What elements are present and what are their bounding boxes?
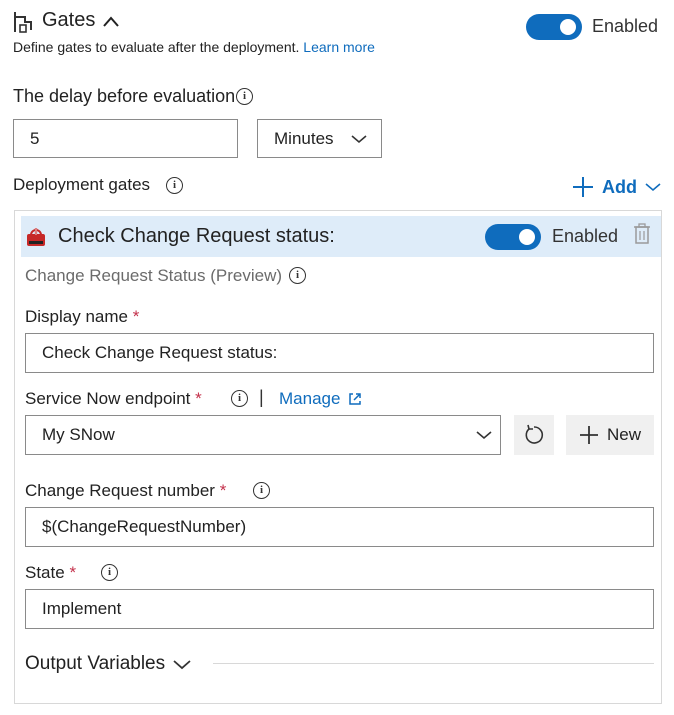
output-variables-label: Output Variables bbox=[25, 653, 166, 674]
info-icon[interactable]: i bbox=[231, 390, 248, 407]
info-icon[interactable]: i bbox=[253, 482, 270, 499]
gates-title: Gates bbox=[42, 9, 96, 31]
divider bbox=[213, 663, 654, 664]
trash-icon[interactable] bbox=[632, 223, 652, 245]
info-icon[interactable]: i bbox=[166, 177, 183, 194]
refresh-button[interactable] bbox=[514, 415, 554, 455]
change-request-number-label-text: Change Request number bbox=[25, 481, 215, 500]
state-label: State * bbox=[25, 563, 76, 583]
state-value: Implement bbox=[42, 599, 122, 618]
add-gate-button[interactable]: Add bbox=[572, 176, 661, 198]
gate-title: Check Change Request status: bbox=[58, 225, 335, 247]
servicenow-icon bbox=[25, 226, 47, 248]
gates-enabled-label: Enabled bbox=[592, 16, 659, 36]
deployment-gates-label: Deployment gates bbox=[13, 175, 151, 194]
delay-value-text: 5 bbox=[30, 128, 40, 148]
gate-enabled-label: Enabled bbox=[552, 226, 619, 246]
display-name-input[interactable]: Check Change Request status: bbox=[25, 333, 654, 373]
learn-more-link[interactable]: Learn more bbox=[303, 39, 375, 55]
plus-icon bbox=[579, 426, 598, 444]
chevron-up-icon[interactable] bbox=[101, 12, 121, 32]
delay-unit-text: Minutes bbox=[274, 128, 334, 148]
new-label: New bbox=[606, 425, 641, 444]
display-name-label: Display name * bbox=[25, 307, 139, 327]
output-variables-toggle[interactable]: Output Variables bbox=[25, 653, 191, 675]
state-input[interactable]: Implement bbox=[25, 589, 654, 629]
plus-icon bbox=[573, 177, 593, 197]
gate-subtitle: Change Request Status (Preview) bbox=[25, 266, 283, 285]
toggle-knob bbox=[560, 19, 576, 35]
display-name-value: Check Change Request status: bbox=[42, 343, 278, 362]
info-icon[interactable]: i bbox=[289, 267, 306, 284]
state-label-text: State bbox=[25, 563, 65, 582]
required-marker: * bbox=[195, 389, 202, 408]
change-request-number-input[interactable]: $(ChangeRequestNumber) bbox=[25, 507, 654, 547]
gates-enabled-toggle[interactable] bbox=[526, 14, 582, 40]
endpoint-label: Service Now endpoint * bbox=[25, 389, 202, 409]
endpoint-value: My SNow bbox=[42, 425, 115, 444]
chevron-down-icon bbox=[645, 183, 661, 192]
delay-unit-select[interactable]: Minutes bbox=[257, 119, 382, 158]
endpoint-label-text: Service Now endpoint bbox=[25, 389, 191, 408]
external-link-icon bbox=[349, 393, 362, 405]
separator: | bbox=[259, 387, 264, 407]
manage-label: Manage bbox=[279, 389, 341, 408]
toggle-knob bbox=[519, 229, 535, 245]
refresh-icon bbox=[525, 424, 544, 444]
chevron-down-icon bbox=[476, 431, 492, 440]
chevron-down-icon bbox=[173, 659, 191, 669]
delay-label: The delay before evaluation bbox=[13, 86, 236, 106]
required-marker: * bbox=[69, 563, 77, 582]
info-icon[interactable]: i bbox=[236, 88, 253, 105]
gates-description-text: Define gates to evaluate after the deplo… bbox=[13, 39, 300, 55]
display-name-label-text: Display name bbox=[25, 307, 128, 326]
manage-link[interactable]: Manage bbox=[279, 389, 362, 409]
required-marker: * bbox=[132, 307, 140, 326]
info-icon[interactable]: i bbox=[101, 564, 118, 581]
add-label: Add bbox=[602, 176, 637, 197]
delay-value-input[interactable]: 5 bbox=[13, 119, 238, 158]
gate-enabled-toggle[interactable] bbox=[485, 224, 541, 250]
change-request-number-label: Change Request number * bbox=[25, 481, 226, 501]
endpoint-select[interactable]: My SNow bbox=[25, 415, 501, 455]
new-endpoint-button[interactable]: New bbox=[566, 415, 654, 455]
change-request-number-value: $(ChangeRequestNumber) bbox=[42, 517, 247, 536]
required-marker: * bbox=[219, 481, 227, 500]
gates-description: Define gates to evaluate after the deplo… bbox=[13, 39, 375, 55]
gates-icon bbox=[12, 10, 36, 34]
chevron-down-icon bbox=[351, 134, 367, 143]
